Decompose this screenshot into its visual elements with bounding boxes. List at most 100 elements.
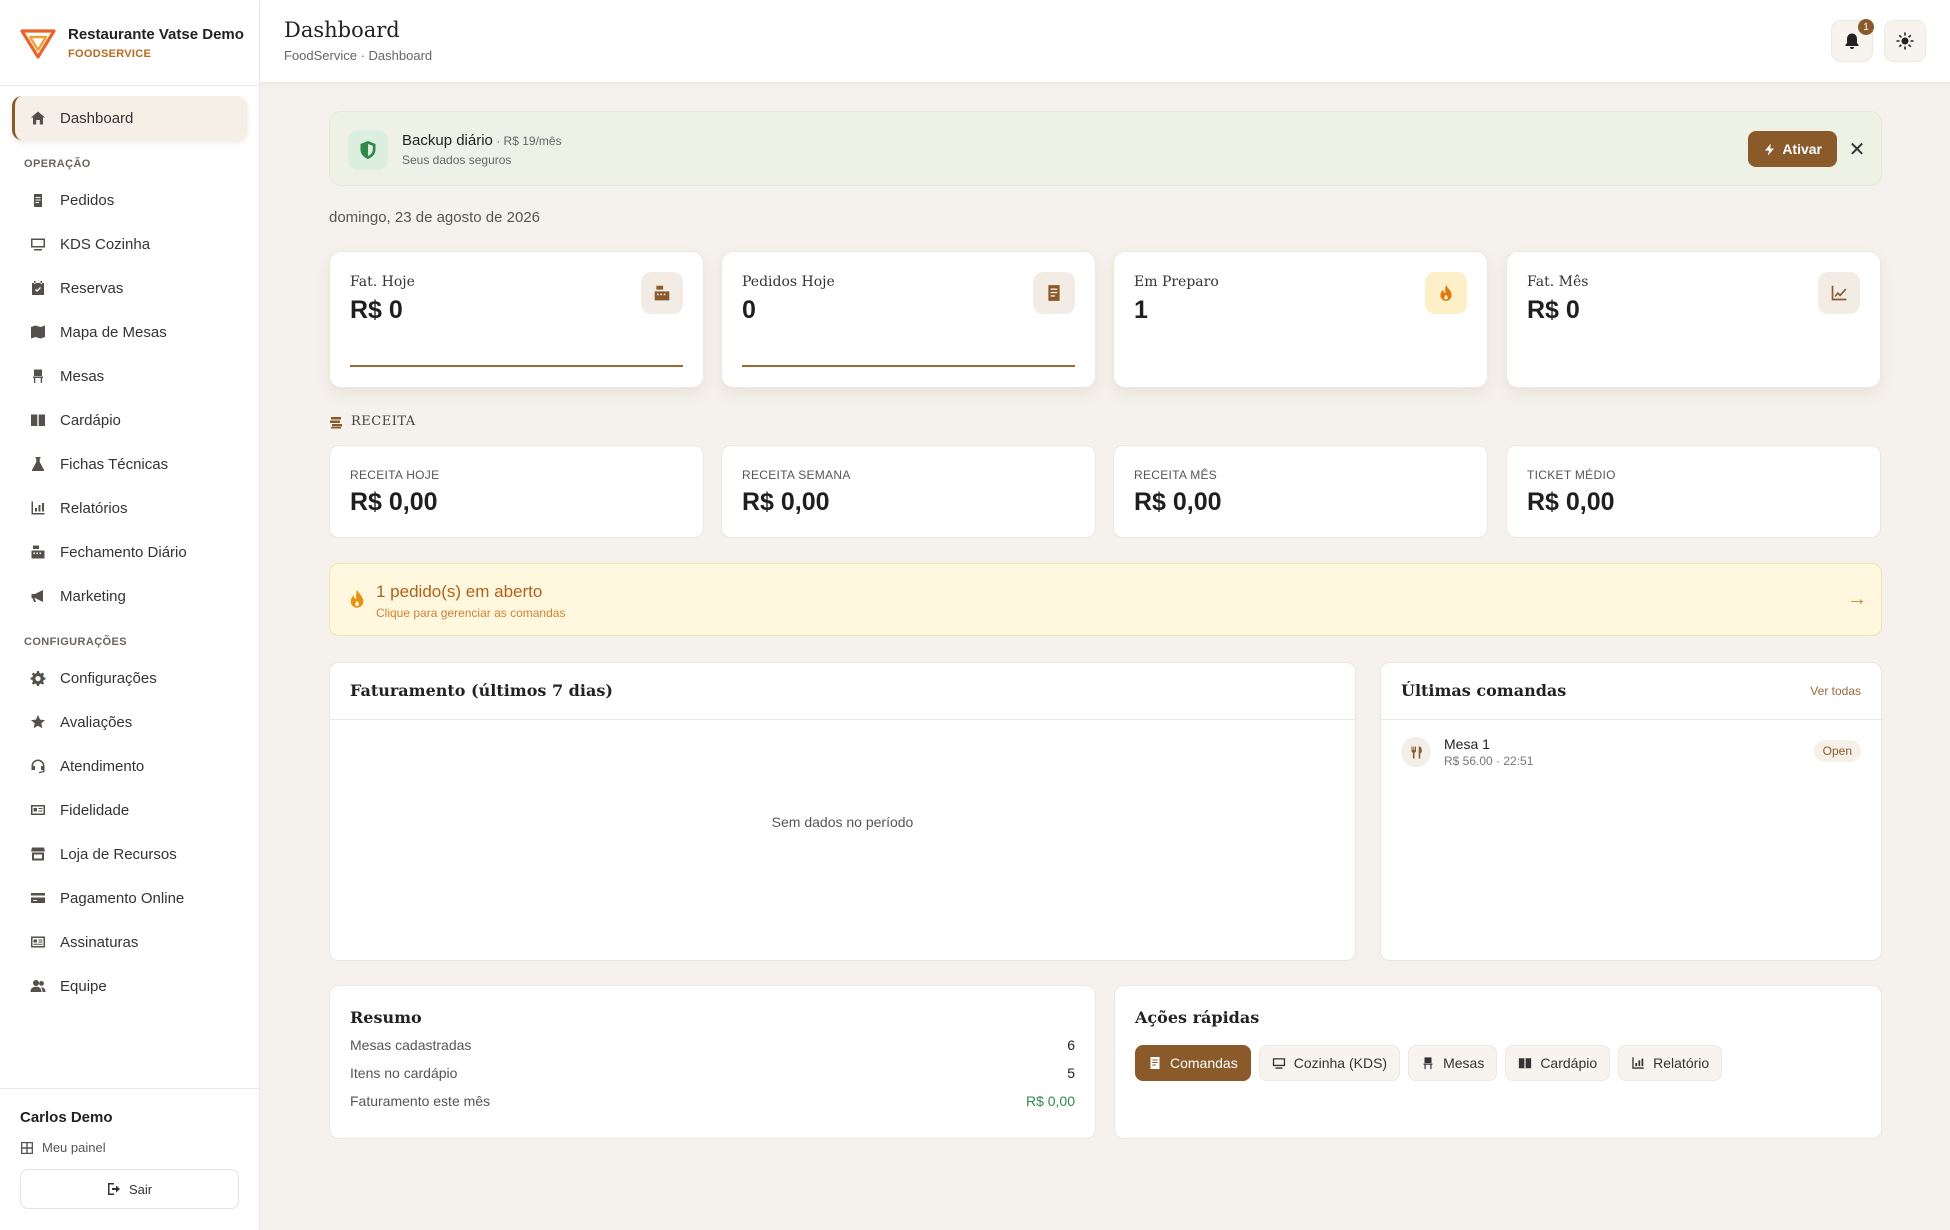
sidebar-item-label: Cardápio [60,411,121,429]
sidebar-item-avaliacoes[interactable]: Avaliações [12,700,247,744]
kpi-card-fat-mes[interactable]: Fat. Mês R$ 0 [1506,251,1881,388]
sidebar-item-atendimento[interactable]: Atendimento [12,744,247,788]
megaphone-icon [29,587,47,605]
monitor-icon [29,235,47,253]
theme-toggle-button[interactable] [1884,20,1926,62]
sidebar-item-assinaturas[interactable]: Assinaturas [12,920,247,964]
brand-logo-icon [20,28,56,59]
kpi-card-fat-hoje[interactable]: Fat. Hoje R$ 0 [329,251,704,388]
kpi-label: Fat. Mês [1527,274,1589,290]
sidebar-item-label: Fidelidade [60,801,130,819]
sidebar-item-pedidos[interactable]: Pedidos [12,178,247,222]
summary-label: Faturamento este mês [350,1093,491,1109]
fire-icon [1425,272,1467,314]
sun-icon [1896,32,1914,50]
gear-icon [29,669,47,687]
sidebar-item-label: Fichas Técnicas [60,455,169,473]
logout-label: Sair [128,1181,153,1197]
sidebar-item-reservas[interactable]: Reservas [12,266,247,310]
sidebar-item-label: Equipe [60,977,107,995]
summary-value: R$ 0,00 [1025,1093,1075,1109]
user-name: Carlos Demo [20,1109,113,1126]
backup-banner: Backup diário · R$ 19/mês Seus dados seg… [329,111,1882,186]
receipt-icon [1150,1057,1160,1069]
my-panel-link[interactable]: Meu painel [20,1140,239,1155]
book-icon [1519,1058,1532,1069]
arrow-right-icon: → [1847,588,1867,610]
last-orders-card: Últimas comandas Ver todas Mesa 1 R$ 56.… [1380,662,1882,961]
kpi-value: R$ 0 [350,296,403,324]
sidebar-item-marketing[interactable]: Marketing [12,574,247,618]
sidebar-item-loja-de-recursos[interactable]: Loja de Recursos [12,832,247,876]
brand-name: Restaurante Vatse Demo [68,25,244,43]
sidebar-item-label: Reservas [60,279,124,297]
order-row[interactable]: Mesa 1 R$ 56.00 · 22:51 Open [1401,735,1861,769]
summary-row: Itens no cardápio 5 [350,1065,1075,1083]
quick-action-cardapio-button[interactable]: Cardápio [1505,1045,1611,1081]
sidebar-item-fidelidade[interactable]: Fidelidade [12,788,247,832]
kpi-card-pedidos-hoje[interactable]: Pedidos Hoje 0 [721,251,1096,388]
revenue-card-semana: RECEITA SEMANA R$ 0,00 [721,445,1096,538]
see-all-link[interactable]: Ver todas [1810,684,1861,698]
revenue-value: R$ 0,00 [742,488,830,516]
brand[interactable]: Restaurante Vatse Demo FOODSERVICE [0,0,259,86]
bar-chart-icon [1632,1057,1644,1069]
kpi-card-em-preparo[interactable]: Em Preparo 1 [1113,251,1488,388]
open-orders-subtitle: Clique para gerenciar as comandas [376,606,566,620]
sidebar-footer: Carlos Demo Meu painel Sair [0,1088,259,1230]
kpi-progress-line [742,365,1075,367]
current-date: domingo, 23 de agosto de 2026 [329,209,541,226]
close-banner-button[interactable]: ✕ [1847,139,1867,161]
quick-action-mesas-button[interactable]: Mesas [1408,1045,1498,1081]
sidebar-item-cardapio[interactable]: Cardápio [12,398,247,442]
revenue-label: RECEITA MÊS [1134,468,1218,482]
home-icon [29,109,47,127]
revenue-label: RECEITA HOJE [350,468,440,482]
headset-icon [29,757,47,775]
sidebar-item-relatorios[interactable]: Relatórios [12,486,247,530]
status-badge: Open [1813,740,1861,762]
logout-button[interactable]: Sair [20,1169,239,1209]
revenue-card-ticket-medio: TICKET MÉDIO R$ 0,00 [1506,445,1881,538]
backup-title: Backup diário · R$ 19/mês [402,132,562,149]
quick-action-comandas-button[interactable]: Comandas [1135,1045,1251,1081]
order-meta: R$ 56.00 · 22:51 [1444,754,1534,768]
bell-icon [1845,33,1859,49]
flask-icon [29,455,47,473]
sidebar-item-pagamento-online[interactable]: Pagamento Online [12,876,247,920]
sidebar-section-operacao: OPERAÇÃO [24,158,91,170]
kpi-value: 0 [742,296,756,324]
sidebar-item-equipe[interactable]: Equipe [12,964,247,1008]
summary-row: Mesas cadastradas 6 [350,1037,1075,1055]
revenue-card-hoje: RECEITA HOJE R$ 0,00 [329,445,704,538]
sidebar-item-fichas-tecnicas[interactable]: Fichas Técnicas [12,442,247,486]
receipt-icon [1033,272,1075,314]
grid-icon [21,1141,33,1154]
quick-action-cozinha-button[interactable]: Cozinha (KDS) [1258,1045,1401,1081]
sidebar-section-configuracoes: CONFIGURAÇÕES [24,636,127,648]
sidebar-item-dashboard[interactable]: Dashboard [12,96,247,140]
clipboard-icon [29,191,47,209]
sidebar-item-mapa-de-mesas[interactable]: Mapa de Mesas [12,310,247,354]
order-name: Mesa 1 [1444,736,1490,752]
subscription-icon [29,933,47,951]
revenue-value: R$ 0,00 [1134,488,1222,516]
quick-action-relatorio-button[interactable]: Relatório [1618,1045,1723,1081]
open-orders-banner[interactable]: 1 pedido(s) em aberto Clique para gerenc… [329,563,1882,636]
backup-price: · R$ 19/mês [492,134,562,148]
coins-icon [330,416,342,428]
sidebar-item-configuracoes[interactable]: Configurações [12,656,247,700]
star-icon [29,713,47,731]
sidebar-item-fechamento-diario[interactable]: Fechamento Diário [12,530,247,574]
activate-backup-button[interactable]: Ativar [1748,131,1837,167]
fire-icon [347,589,369,611]
sidebar-item-kds-cozinha[interactable]: KDS Cozinha [12,222,247,266]
brand-subtitle: FOODSERVICE [68,47,152,60]
notifications-button[interactable]: 1 [1831,19,1874,62]
sidebar-item-label: Fechamento Diário [60,543,187,561]
sidebar-item-mesas[interactable]: Mesas [12,354,247,398]
sidebar-item-label: Avaliações [60,713,133,731]
summary-row: Faturamento este mês R$ 0,00 [350,1093,1075,1111]
summary-title: Resumo [350,1008,422,1027]
chair-icon [1423,1057,1433,1070]
